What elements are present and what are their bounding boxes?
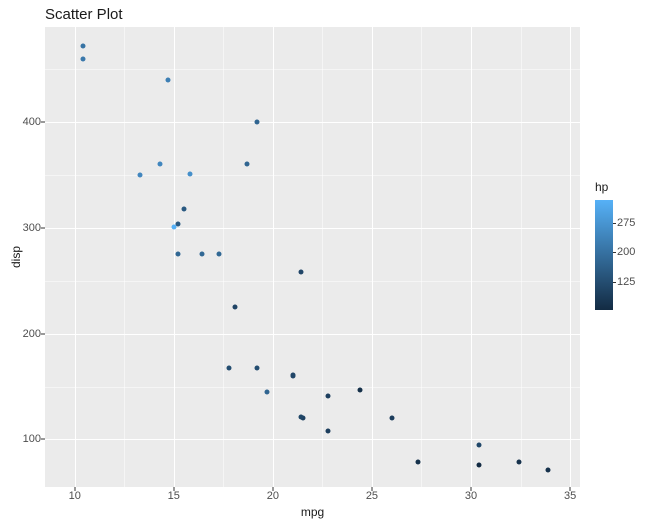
data-point: [415, 459, 420, 464]
data-point: [187, 171, 192, 176]
y-tick-label: 100: [1, 433, 41, 445]
data-point: [175, 251, 180, 256]
color-bar: 125200275: [595, 200, 613, 310]
data-point: [290, 373, 295, 378]
x-tick-label: 10: [60, 490, 90, 502]
x-tick-label: 30: [456, 490, 486, 502]
data-point: [80, 56, 85, 61]
x-tick-label: 15: [159, 490, 189, 502]
data-point: [227, 365, 232, 370]
legend-title: hp: [595, 180, 655, 194]
data-point: [476, 442, 481, 447]
y-tick-label: 300: [1, 222, 41, 234]
data-point: [199, 251, 204, 256]
data-point: [326, 394, 331, 399]
chart-title: Scatter Plot: [45, 6, 123, 23]
data-point: [298, 270, 303, 275]
x-tick-label: 20: [258, 490, 288, 502]
data-point: [138, 173, 143, 178]
data-point: [217, 251, 222, 256]
data-point: [264, 389, 269, 394]
data-point: [326, 428, 331, 433]
data-point: [181, 206, 186, 211]
legend-tick-label: 275: [617, 217, 635, 229]
x-axis-label: mpg: [45, 505, 580, 519]
x-tick-label: 35: [555, 490, 585, 502]
data-point: [171, 224, 176, 229]
data-point: [358, 388, 363, 393]
y-tick-label: 200: [1, 328, 41, 340]
data-point: [245, 162, 250, 167]
color-legend: hp 125200275: [595, 180, 655, 310]
y-tick-label: 400: [1, 116, 41, 128]
data-point: [80, 44, 85, 49]
data-point: [546, 467, 551, 472]
data-point: [516, 459, 521, 464]
data-point: [476, 463, 481, 468]
data-point: [389, 415, 394, 420]
data-point: [157, 162, 162, 167]
plot-area: [45, 27, 580, 487]
data-point: [298, 415, 303, 420]
scatter-chart: Scatter Plot disp 100 200 300 400 10 15 20 25 3…: [0, 0, 661, 524]
data-point: [255, 365, 260, 370]
data-point: [165, 77, 170, 82]
legend-tick-label: 200: [617, 246, 635, 258]
legend-tick-label: 125: [617, 276, 635, 288]
x-tick-label: 25: [357, 490, 387, 502]
y-axis-label: disp: [10, 27, 22, 487]
data-point: [233, 305, 238, 310]
data-point: [255, 120, 260, 125]
